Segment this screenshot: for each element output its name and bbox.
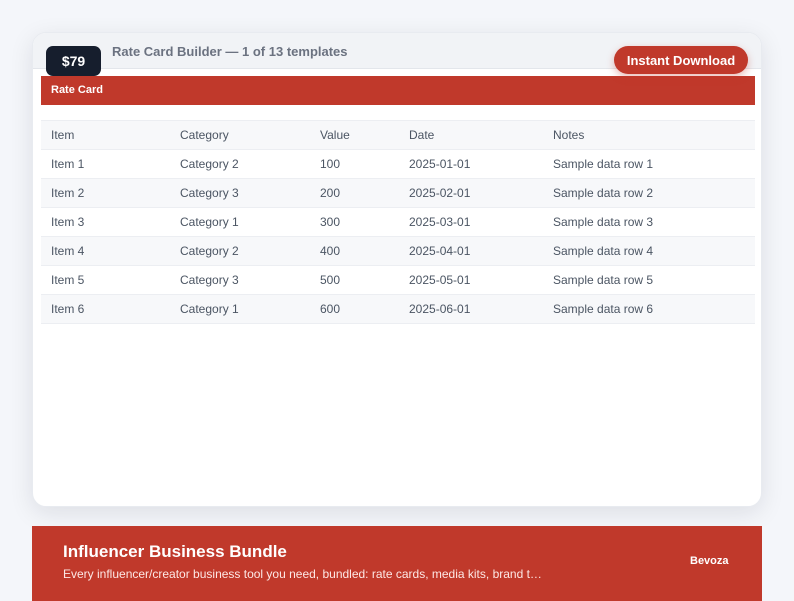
cell-value: 600 bbox=[310, 294, 399, 324]
instant-download-button[interactable]: Instant Download bbox=[614, 46, 748, 74]
table-row: Item 6 Category 1 600 2025-06-01 Sample … bbox=[41, 294, 755, 324]
cell-item: Item 4 bbox=[41, 236, 170, 266]
cell-notes: Sample data row 5 bbox=[543, 265, 755, 295]
bundle-banner[interactable]: Influencer Business Bundle Every influen… bbox=[32, 526, 762, 601]
table-header-row: Item Category Value Date Notes bbox=[41, 120, 755, 150]
cell-date: 2025-03-01 bbox=[399, 207, 543, 237]
cell-item: Item 5 bbox=[41, 265, 170, 295]
cell-date: 2025-04-01 bbox=[399, 236, 543, 266]
column-header-category: Category bbox=[170, 120, 310, 150]
cell-item: Item 2 bbox=[41, 178, 170, 208]
cell-category: Category 3 bbox=[170, 265, 310, 295]
bundle-description: Every influencer/creator business tool y… bbox=[63, 567, 542, 581]
table-row: Item 1 Category 2 100 2025-01-01 Sample … bbox=[41, 149, 755, 179]
cell-date: 2025-05-01 bbox=[399, 265, 543, 295]
cell-category: Category 2 bbox=[170, 236, 310, 266]
table-row: Item 2 Category 3 200 2025-02-01 Sample … bbox=[41, 178, 755, 208]
product-card: Rate Card Builder — 1 of 13 templates Ra… bbox=[32, 32, 762, 507]
cell-notes: Sample data row 4 bbox=[543, 236, 755, 266]
cell-notes: Sample data row 1 bbox=[543, 149, 755, 179]
cell-item: Item 1 bbox=[41, 149, 170, 179]
rate-card-table: Item Category Value Date Notes Item 1 Ca… bbox=[41, 120, 755, 324]
product-title: Rate Card Builder — 1 of 13 templates bbox=[112, 44, 348, 59]
cell-notes: Sample data row 6 bbox=[543, 294, 755, 324]
cell-category: Category 2 bbox=[170, 149, 310, 179]
sheet-title-bar: Rate Card bbox=[41, 76, 755, 105]
column-header-notes: Notes bbox=[543, 120, 755, 150]
cell-date: 2025-01-01 bbox=[399, 149, 543, 179]
cell-value: 500 bbox=[310, 265, 399, 295]
cell-value: 200 bbox=[310, 178, 399, 208]
cell-notes: Sample data row 3 bbox=[543, 207, 755, 237]
cell-date: 2025-06-01 bbox=[399, 294, 543, 324]
cell-category: Category 3 bbox=[170, 178, 310, 208]
cell-category: Category 1 bbox=[170, 207, 310, 237]
cell-date: 2025-02-01 bbox=[399, 178, 543, 208]
bundle-title: Influencer Business Bundle bbox=[63, 542, 287, 561]
table-row: Item 3 Category 1 300 2025-03-01 Sample … bbox=[41, 207, 755, 237]
cell-notes: Sample data row 2 bbox=[543, 178, 755, 208]
column-header-value: Value bbox=[310, 120, 399, 150]
cell-value: 300 bbox=[310, 207, 399, 237]
cell-category: Category 1 bbox=[170, 294, 310, 324]
brand-name: Bevoza bbox=[690, 555, 729, 567]
cell-value: 100 bbox=[310, 149, 399, 179]
price-badge: $79 bbox=[46, 46, 101, 76]
column-header-date: Date bbox=[399, 120, 543, 150]
cell-item: Item 6 bbox=[41, 294, 170, 324]
table-row: Item 5 Category 3 500 2025-05-01 Sample … bbox=[41, 265, 755, 295]
cell-value: 400 bbox=[310, 236, 399, 266]
table-row: Item 4 Category 2 400 2025-04-01 Sample … bbox=[41, 236, 755, 266]
column-header-item: Item bbox=[41, 120, 170, 150]
cell-item: Item 3 bbox=[41, 207, 170, 237]
